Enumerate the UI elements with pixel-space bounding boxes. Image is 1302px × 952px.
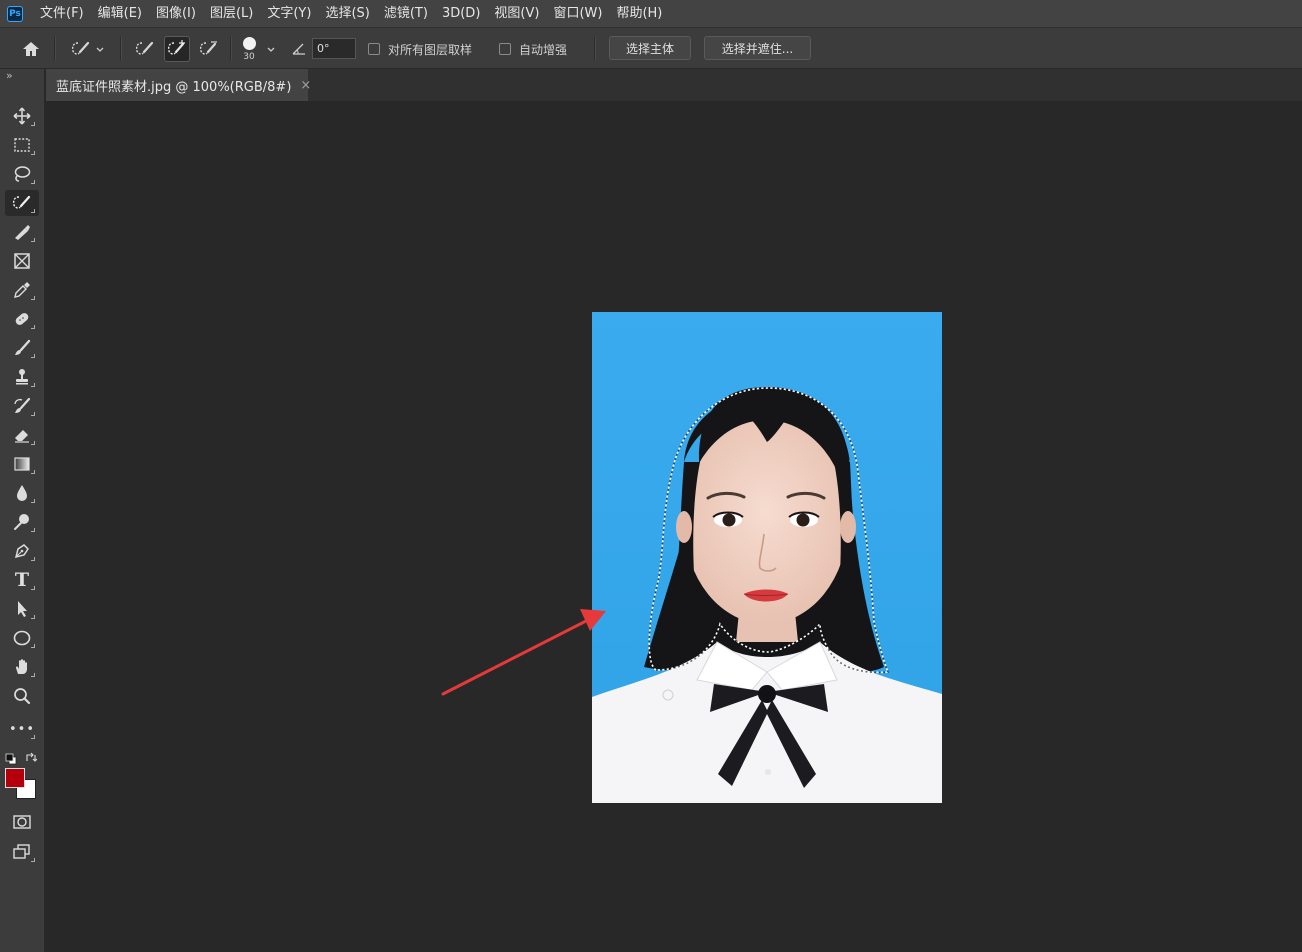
annotation-arrow-icon [441, 609, 606, 696]
